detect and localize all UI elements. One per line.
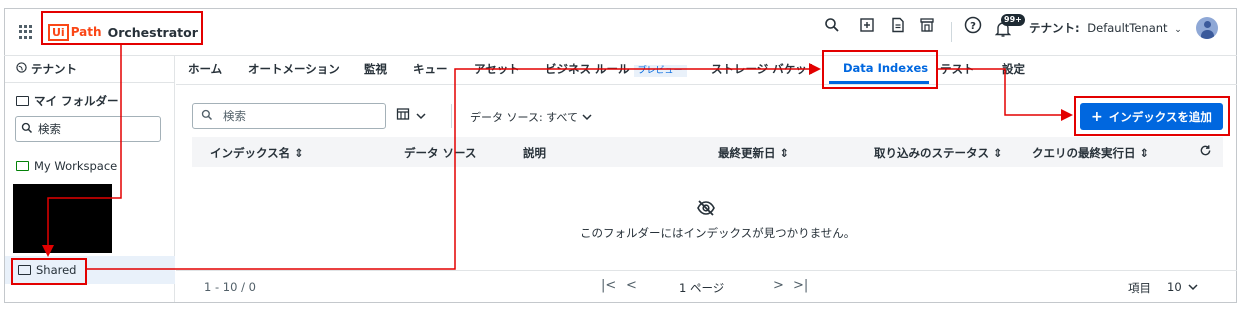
header-actions-5: ? (963, 14, 983, 36)
tab-automations[interactable]: オートメーション (248, 61, 340, 77)
toolbar-divider (451, 104, 452, 128)
tab-business-rules[interactable]: ビジネス ルール プレビュー (545, 61, 687, 77)
page-size-select[interactable]: 10 (1167, 280, 1198, 294)
tab-queues[interactable]: キュー (413, 61, 448, 77)
tenant-switcher[interactable]: テナント: DefaultTenant ⌄ (1029, 20, 1182, 36)
prev-page-icon[interactable]: < (626, 278, 637, 293)
tab-storage-buckets[interactable]: ストレージ バケット (711, 61, 818, 77)
pagination-range: 1 - 10 / 0 (204, 280, 256, 294)
tenant-label: テナント: (1029, 21, 1080, 35)
datasource-filter-label: データ ソース: すべて (470, 111, 578, 124)
chevron-down-icon (582, 111, 592, 124)
search-icon (21, 122, 33, 137)
search-icon[interactable] (822, 15, 842, 35)
help-icon[interactable]: ? (963, 15, 983, 35)
my-folder-label: マイ フォルダー (34, 94, 119, 108)
workspace-label: My Workspace (34, 159, 118, 173)
table-columns-icon (396, 107, 410, 124)
svg-text:?: ? (970, 21, 976, 32)
column-header-last-queried[interactable]: クエリの最終実行日 ⇕ (1032, 145, 1149, 161)
header-actions (822, 14, 842, 36)
tab-monitoring[interactable]: 監視 (364, 61, 387, 77)
sidebar-tenant[interactable]: テナント (16, 61, 77, 77)
page-size-value: 10 (1167, 280, 1182, 294)
index-search-placeholder: 検索 (223, 109, 246, 123)
tab-testing[interactable]: テスト (940, 61, 975, 77)
column-header-description: 説明 (523, 146, 546, 160)
table-header: インデックス名 ⇕ データ ソース 説明 最終更新日 ⇕ 取り込みのステータス … (192, 137, 1223, 167)
header-divider (951, 22, 952, 42)
chevron-down-icon: ⌄ (1174, 25, 1182, 35)
next-page-icon[interactable]: > (773, 278, 784, 293)
first-page-icon[interactable]: |< (601, 278, 616, 293)
folder-search-placeholder: 検索 (38, 122, 61, 136)
redacted-area (13, 184, 112, 253)
tab-business-rules-label: ビジネス ルール (545, 62, 630, 76)
eye-off-icon (696, 199, 716, 220)
items-per-page-label: 項目 (1128, 281, 1151, 295)
empty-state-message: このフォルダーにはインデックスが見つかりません。 (580, 226, 856, 240)
column-picker-button[interactable] (396, 107, 426, 124)
document-icon[interactable] (888, 15, 908, 35)
annotation-box-data-indexes-tab (822, 50, 938, 89)
main-tabs: ホーム オートメーション 監視 キュー アセット ビジネス ルール プレビュー ス… (176, 56, 1237, 85)
tab-home[interactable]: ホーム (188, 61, 222, 77)
header-actions-4 (917, 14, 937, 36)
notification-badge: 99+ (1001, 14, 1025, 26)
page-indicator: 1 ページ (679, 281, 725, 295)
preview-chip: プレビュー (633, 65, 687, 77)
header-actions-3 (888, 14, 908, 36)
annotation-box-shared (11, 258, 87, 285)
column-header-last-updated[interactable]: 最終更新日 ⇕ (718, 145, 789, 161)
folder-icon (16, 96, 29, 106)
refresh-icon[interactable] (1199, 144, 1212, 160)
store-icon[interactable] (917, 15, 937, 35)
app-launcher-icon[interactable] (19, 25, 33, 39)
index-search-input[interactable]: 検索 (192, 103, 386, 129)
column-header-index-name[interactable]: インデックス名 ⇕ (210, 145, 304, 161)
sidebar-tenant-label: テナント (31, 62, 77, 76)
add-box-icon[interactable] (857, 15, 877, 35)
header-actions-2 (857, 14, 877, 36)
search-icon (201, 109, 213, 124)
annotation-box-logo (41, 11, 203, 45)
globe-icon (16, 62, 27, 76)
sidebar-my-folder[interactable]: マイ フォルダー (16, 93, 119, 109)
tab-assets[interactable]: アセット (474, 61, 520, 77)
folder-search-input[interactable]: 検索 (15, 116, 161, 142)
sidebar-item-my-workspace[interactable]: My Workspace (16, 159, 117, 173)
chevron-down-icon (1188, 280, 1198, 294)
last-page-icon[interactable]: >| (793, 278, 808, 293)
chevron-down-icon (416, 109, 426, 123)
annotation-box-add-button (1074, 96, 1230, 136)
datasource-filter[interactable]: データ ソース: すべて (470, 109, 592, 125)
column-header-ingestion-status[interactable]: 取り込みのステータス ⇕ (874, 145, 1003, 161)
tenant-name: DefaultTenant (1087, 21, 1168, 35)
pagination-footer: 1 - 10 / 0 |< < 1 ページ > >| 項目 10 (176, 270, 1237, 302)
tab-settings[interactable]: 設定 (1002, 61, 1025, 77)
workspace-folder-icon (16, 161, 29, 171)
column-header-data-source: データ ソース (404, 146, 477, 160)
sidebar-divider (5, 82, 175, 83)
user-avatar[interactable] (1196, 17, 1218, 39)
